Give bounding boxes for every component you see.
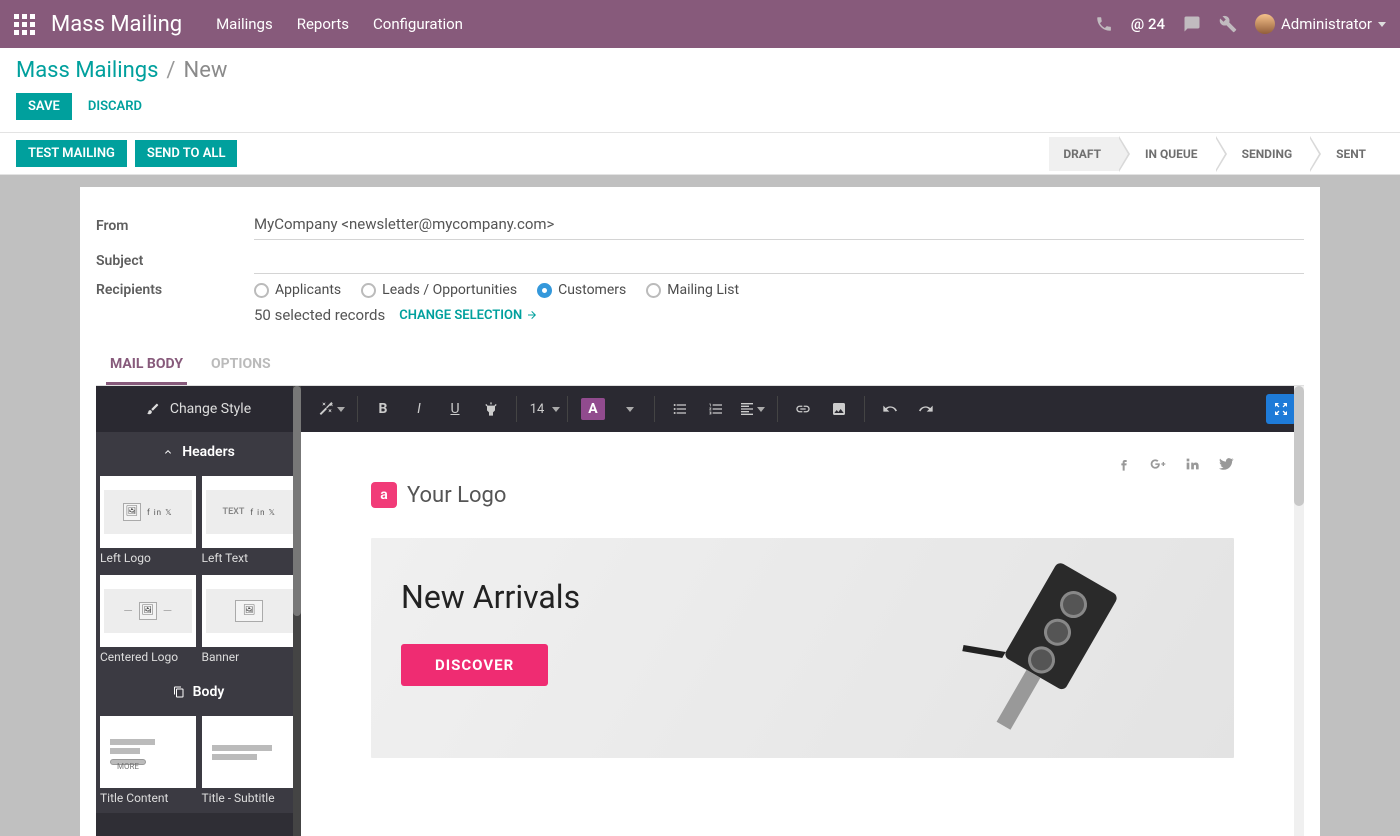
font-color-button[interactable]: A — [576, 394, 610, 424]
block-title-subtitle[interactable]: Title - Subtitle — [202, 716, 298, 809]
block-title-content[interactable]: MORE Title Content — [100, 716, 196, 809]
block-banner[interactable]: Banner — [202, 575, 298, 668]
font-color-caret[interactable] — [612, 394, 646, 424]
from-label: From — [96, 218, 254, 234]
banner-image — [914, 556, 1214, 746]
mail-social-row — [371, 456, 1234, 472]
status-queue[interactable]: IN QUEUE — [1119, 137, 1216, 171]
section-headers[interactable]: Headers — [96, 432, 301, 472]
save-button[interactable]: SAVE — [16, 93, 72, 120]
radio-leads[interactable]: Leads / Opportunities — [361, 282, 517, 298]
link-button[interactable] — [786, 394, 820, 424]
breadcrumb-root[interactable]: Mass Mailings — [16, 58, 158, 83]
nav-reports[interactable]: Reports — [297, 15, 349, 33]
block-left-logo[interactable]: f in 𝕏 Left Logo — [100, 476, 196, 569]
subject-input[interactable] — [254, 248, 1304, 274]
tab-options[interactable]: OPTIONS — [207, 346, 275, 385]
radio-mailing-list[interactable]: Mailing List — [646, 282, 739, 298]
tools-icon[interactable] — [1219, 15, 1237, 33]
apps-menu-icon[interactable] — [14, 14, 35, 35]
send-buttons: TEST MAILING SEND TO ALL — [16, 140, 237, 167]
chevron-down-icon — [1378, 22, 1386, 27]
facebook-icon[interactable] — [1116, 456, 1132, 472]
underline-button[interactable]: U — [438, 394, 472, 424]
editor-scrollbar-thumb[interactable] — [1294, 386, 1304, 506]
change-selection-link[interactable]: CHANGE SELECTION — [399, 308, 538, 323]
linkedin-icon[interactable] — [1184, 456, 1200, 472]
header-area: Mass Mailings / New SAVE DISCARD — [0, 48, 1400, 133]
redo-button[interactable] — [909, 394, 943, 424]
change-style-button[interactable]: Change Style — [96, 386, 301, 432]
sidebar-scrollbar-thumb[interactable] — [293, 386, 301, 616]
from-input[interactable]: MyCompany <newsletter@mycompany.com> — [254, 211, 1304, 240]
status-steps: DRAFT IN QUEUE SENDING SENT — [1049, 137, 1384, 171]
banner: New Arrivals DISCOVER — [371, 538, 1234, 758]
selected-records-text: 50 selected records — [254, 306, 385, 324]
tabs: MAIL BODY OPTIONS — [96, 346, 1304, 386]
user-name: Administrator — [1281, 15, 1372, 33]
avatar — [1255, 14, 1275, 34]
editor-toolbar: B I U 14 A — [301, 386, 1304, 432]
breadcrumb-current: New — [184, 58, 228, 83]
app-name: Mass Mailing — [51, 12, 182, 37]
logo-text: Your Logo — [407, 483, 506, 508]
tab-mail-body[interactable]: MAIL BODY — [106, 346, 187, 385]
editor-main: B I U 14 A — [301, 386, 1304, 836]
selection-row: 50 selected records CHANGE SELECTION — [254, 306, 1304, 324]
magic-icon[interactable] — [315, 394, 349, 424]
topbar: Mass Mailing Mailings Reports Configurat… — [0, 0, 1400, 48]
editor-sidebar: Change Style Headers f in 𝕏 Left Logo TE… — [96, 386, 301, 836]
discover-button[interactable]: DISCOVER — [401, 644, 548, 686]
recipients-label: Recipients — [96, 282, 254, 298]
radio-applicants[interactable]: Applicants — [254, 282, 341, 298]
twitter-icon[interactable] — [1218, 456, 1234, 472]
form-card: From MyCompany <newsletter@mycompany.com… — [80, 187, 1320, 836]
italic-button[interactable]: I — [402, 394, 436, 424]
editor: Change Style Headers f in 𝕏 Left Logo TE… — [96, 386, 1304, 836]
unordered-list-button[interactable] — [663, 394, 697, 424]
canvas: From MyCompany <newsletter@mycompany.com… — [0, 175, 1400, 836]
topbar-right: @ 24 Administrator — [1095, 14, 1386, 34]
section-body[interactable]: Body — [96, 672, 301, 712]
block-left-text[interactable]: TEXTf in 𝕏 Left Text — [202, 476, 298, 569]
align-button[interactable] — [735, 394, 769, 424]
font-size-select[interactable]: 14 — [525, 394, 559, 424]
status-draft[interactable]: DRAFT — [1049, 137, 1119, 171]
test-mailing-button[interactable]: TEST MAILING — [16, 140, 127, 167]
statusbar: TEST MAILING SEND TO ALL DRAFT IN QUEUE … — [0, 133, 1400, 175]
mentions-count[interactable]: @ 24 — [1131, 15, 1165, 33]
send-all-button[interactable]: SEND TO ALL — [135, 140, 238, 167]
expand-button[interactable] — [1266, 394, 1296, 424]
image-button[interactable] — [822, 394, 856, 424]
google-plus-icon[interactable] — [1150, 456, 1166, 472]
breadcrumb: Mass Mailings / New — [16, 58, 1384, 83]
user-menu[interactable]: Administrator — [1255, 14, 1386, 34]
radio-customers[interactable]: Customers — [537, 282, 626, 298]
phone-icon[interactable] — [1095, 15, 1113, 33]
clear-format-button[interactable] — [474, 394, 508, 424]
mail-canvas[interactable]: a Your Logo New Arrivals DISCOVER — [301, 432, 1304, 836]
logo-mark: a — [371, 482, 397, 508]
status-sent[interactable]: SENT — [1310, 137, 1384, 171]
subject-label: Subject — [96, 253, 254, 269]
nav-mailings[interactable]: Mailings — [216, 15, 273, 33]
expand-icon — [1273, 401, 1289, 417]
chevron-up-icon — [162, 446, 174, 458]
arrow-right-icon — [526, 309, 538, 321]
block-centered-logo[interactable]: —— Centered Logo — [100, 575, 196, 668]
status-sending[interactable]: SENDING — [1216, 137, 1311, 171]
undo-button[interactable] — [873, 394, 907, 424]
action-buttons: SAVE DISCARD — [16, 93, 1384, 120]
bold-button[interactable]: B — [366, 394, 400, 424]
nav-links: Mailings Reports Configuration — [216, 15, 463, 33]
nav-configuration[interactable]: Configuration — [373, 15, 463, 33]
ordered-list-button[interactable] — [699, 394, 733, 424]
discard-button[interactable]: DISCARD — [80, 93, 150, 120]
recipients-radios: Applicants Leads / Opportunities Custome… — [254, 282, 739, 298]
breadcrumb-sep: / — [166, 58, 175, 83]
copy-icon — [173, 686, 185, 698]
brush-icon — [146, 402, 160, 416]
chat-icon[interactable] — [1183, 15, 1201, 33]
